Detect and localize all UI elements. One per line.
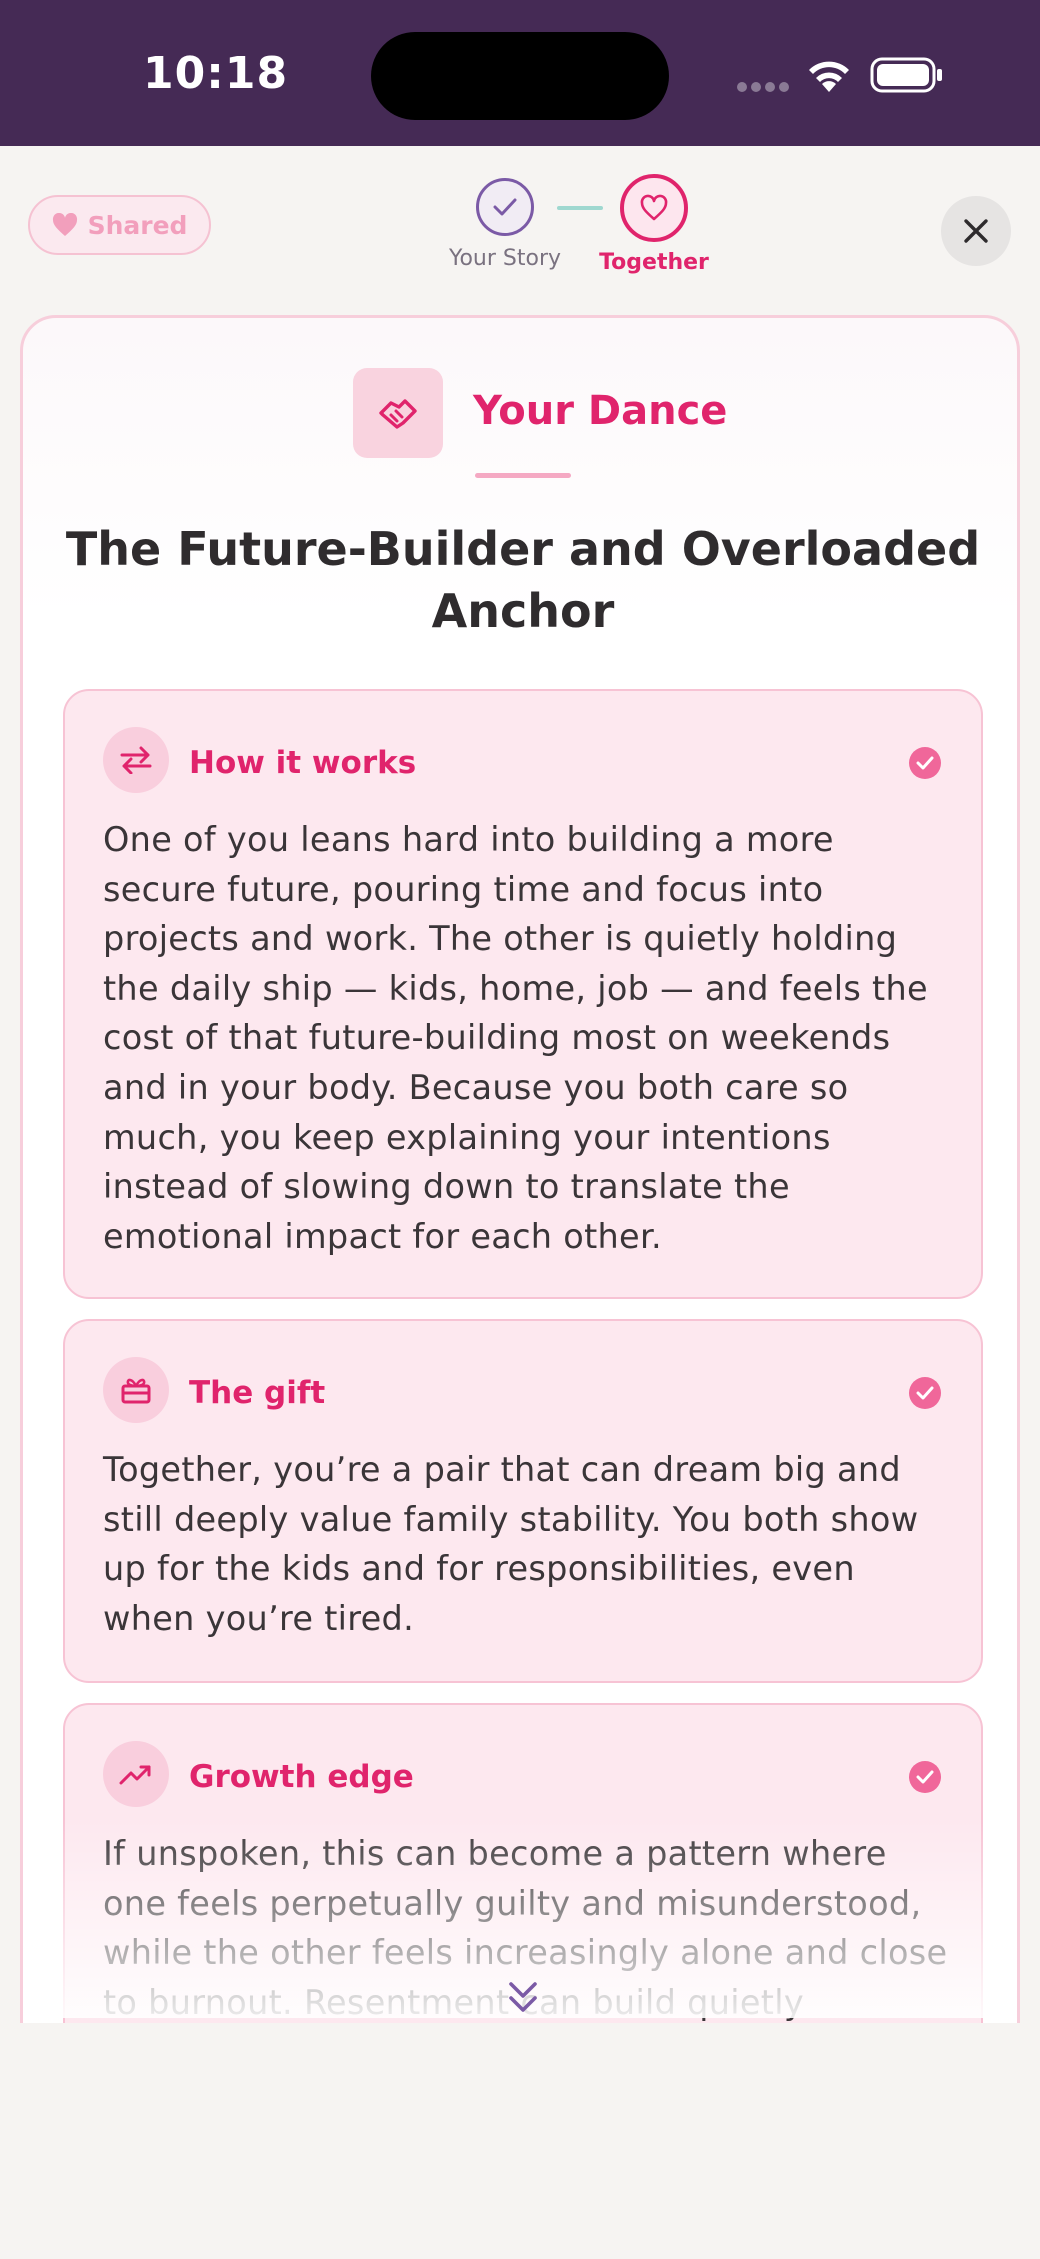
cellular-signal-icon bbox=[737, 82, 791, 92]
step-your-story[interactable] bbox=[476, 178, 534, 236]
step-together[interactable] bbox=[620, 174, 688, 242]
section-how-it-works: How it works One of you leans hard into … bbox=[63, 689, 983, 1299]
status-time: 10:18 bbox=[143, 48, 289, 99]
gift-icon bbox=[103, 1357, 169, 1423]
swap-arrows-icon bbox=[103, 727, 169, 793]
section-body: One of you leans hard into building a mo… bbox=[103, 820, 928, 1256]
step-connector bbox=[557, 206, 603, 210]
check-circle-icon bbox=[909, 1761, 941, 1793]
close-button[interactable] bbox=[941, 196, 1011, 266]
section-body: Together, you’re a pair that can dream b… bbox=[103, 1450, 919, 1638]
handshake-icon bbox=[353, 368, 443, 458]
card-header-label: Your Dance bbox=[473, 388, 728, 434]
step-label-your-story: Your Story bbox=[448, 246, 562, 271]
section-title: The gift bbox=[189, 1375, 326, 1411]
chevron-double-down-icon[interactable] bbox=[503, 1978, 543, 2018]
heart-icon bbox=[52, 213, 77, 236]
dance-card: Your Dance The Future-Builder and Overlo… bbox=[20, 315, 1020, 2095]
wifi-icon bbox=[809, 61, 849, 92]
section-title: Growth edge bbox=[189, 1759, 414, 1795]
bottom-area bbox=[0, 2023, 1040, 2259]
check-icon bbox=[493, 198, 517, 216]
header-underline bbox=[475, 473, 571, 478]
section-the-gift: The gift Together, you’re a pair that ca… bbox=[63, 1319, 983, 1683]
heart-outline-icon bbox=[640, 194, 668, 221]
trending-up-icon bbox=[103, 1741, 169, 1807]
battery-icon bbox=[870, 57, 942, 93]
dynamic-island bbox=[371, 32, 669, 120]
dance-title: The Future-Builder and Overloaded Anchor bbox=[65, 522, 981, 638]
progress-stepper: Your Story Together bbox=[440, 174, 720, 278]
shared-label: Shared bbox=[87, 210, 188, 240]
status-bar: 10:18 bbox=[0, 0, 1040, 146]
close-icon bbox=[964, 219, 988, 243]
step-label-together: Together bbox=[599, 250, 709, 275]
section-title: How it works bbox=[189, 745, 417, 781]
check-circle-icon bbox=[909, 747, 941, 779]
check-circle-icon bbox=[909, 1377, 941, 1409]
shared-badge[interactable]: Shared bbox=[28, 195, 211, 255]
